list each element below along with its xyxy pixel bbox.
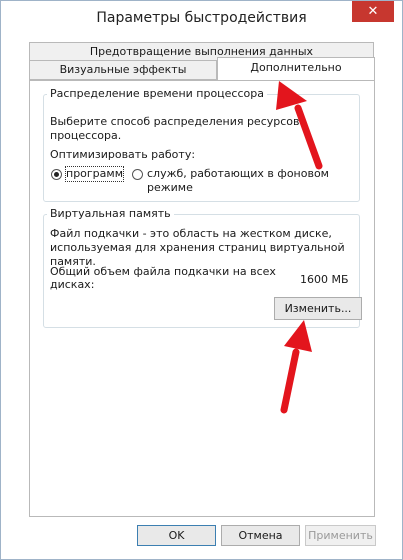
change-button-label: Изменить... [284,302,352,315]
radio-background-services-label[interactable]: служб, работающих в фоновом режиме [147,167,374,195]
radio-programs-label[interactable]: программ [64,166,125,182]
tab-advanced[interactable]: Дополнительно [217,57,375,82]
processor-scheduling-description: Выберите способ распределения ресурсов п… [50,115,300,142]
optimize-label: Оптимизировать работу: [50,148,196,161]
cancel-label: Отмена [238,529,283,542]
paging-total-value: 1600 МБ [300,273,349,286]
radio-programs[interactable] [51,169,62,180]
paging-total-label-1: Общий объем файла подкачки на всех [50,265,276,278]
title-bar: Параметры быстродействия ✕ [1,1,402,37]
cancel-button[interactable]: Отмена [221,525,300,546]
ok-button[interactable]: OK [137,525,216,546]
apply-label: Применить [308,529,373,542]
processor-scheduling-title: Распределение времени процессора [47,87,267,100]
tab-visual-effects[interactable]: Визуальные эффекты [29,60,217,80]
window-title: Параметры быстродействия [96,10,307,26]
close-icon: ✕ [367,4,379,19]
performance-options-window: Параметры быстродействия ✕ Предотвращени… [0,0,403,560]
change-virtual-memory-button[interactable]: Изменить... [274,297,362,320]
virtual-memory-description-1: Файл подкачки - это область на жестком д… [50,227,332,240]
virtual-memory-title: Виртуальная память [47,207,174,220]
tab-panel-advanced: Распределение времени процессора Выберит… [29,80,375,517]
dialog-button-bar: OK Отмена Применить [1,518,402,559]
apply-button[interactable]: Применить [305,525,376,546]
radio-background-services[interactable] [132,169,143,180]
paging-total-label-2: дисках: [50,278,95,291]
close-button[interactable]: ✕ [352,1,394,22]
ok-label: OK [168,529,185,542]
